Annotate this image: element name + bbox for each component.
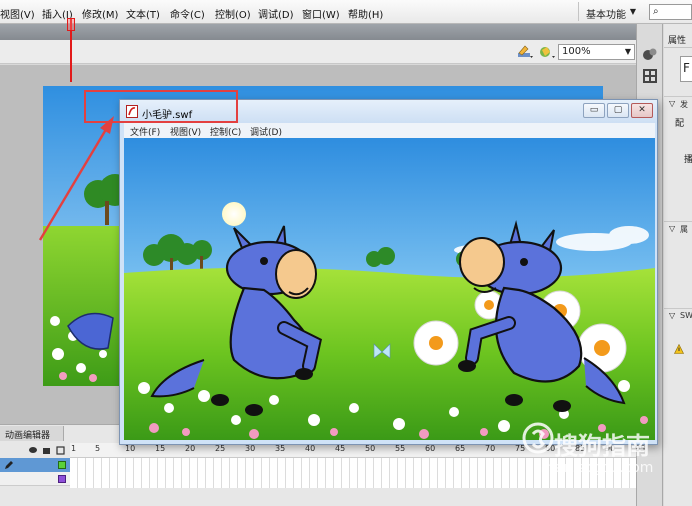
document-field[interactable]: F [680,56,692,82]
search-input[interactable]: ⌕ [649,4,692,20]
frame-number: 10 [125,444,136,453]
playhead-handle[interactable] [67,18,75,31]
close-button[interactable]: ✕ [631,103,653,118]
section-swf-history[interactable]: ▽ SW [664,308,692,324]
menu-commands[interactable]: 命令(C) [170,6,205,21]
layer-color-swatch[interactable] [58,475,66,483]
section-label: 发 [680,100,688,109]
section-label: 属 [680,225,688,234]
menubar: 视图(V) 插入(I) 修改(M) 文本(T) 命令(C) 控制(O) 调试(D… [0,0,692,24]
frame-number: 65 [455,444,466,453]
edit-bar: 100% ▼ [0,40,636,64]
menu-modify[interactable]: 修改(M) [82,6,118,21]
frame-number: 55 [395,444,406,453]
swf-animation-content[interactable] [124,138,655,440]
watermark-text: 搜狗指南 [554,432,650,460]
properties-tab[interactable]: 属性 [664,30,692,48]
document-tab-strip [0,24,638,40]
chevron-down-icon: ▼ [629,7,636,16]
section-label: SW [680,311,692,320]
frame-number: 30 [245,444,256,453]
frame-number: 70 [485,444,496,453]
outline-icon [56,446,65,455]
frame-number: 50 [365,444,376,453]
frame-number: 5 [95,444,101,453]
swf-menu-control[interactable]: 控制(C) [210,125,241,138]
search-icon: ⌕ [653,6,659,17]
menu-help[interactable]: 帮助(H) [348,6,383,21]
menu-debug[interactable]: 调试(D) [258,6,294,21]
chevron-down-icon: ▽ [669,99,676,108]
frame-number: 20 [185,444,196,453]
frame-number: 60 [425,444,436,453]
minimize-button[interactable]: ▭ [583,103,605,118]
swf-menubar: 文件(F) 视图(V) 控制(C) 调试(D) [124,123,655,138]
lock-icon [43,448,50,454]
sogou-logo-icon [522,422,554,454]
swf-player-window: 小毛驴.swf ▭ ▢ ✕ 文件(F) 视图(V) 控制(C) 调试(D) [119,99,658,445]
annotation-arrow-icon [38,116,114,241]
menu-window[interactable]: 窗口(W) [302,6,340,21]
frame-number: 1 [71,444,77,453]
frame-number: 45 [335,444,346,453]
chevron-down-icon: ▼ [624,47,631,56]
maximize-button[interactable]: ▢ [607,103,629,118]
frame-number: 40 [305,444,316,453]
menu-view[interactable]: 视图(V) [0,6,35,21]
layer-visibility-controls [29,446,65,455]
swf-menu-debug[interactable]: 调试(D) [250,125,282,138]
config-label: 配 [675,119,685,129]
player-label: 播 [684,155,692,165]
tab-motion-editor[interactable]: 动画编辑器 [0,426,64,441]
frame-number: 15 [155,444,166,453]
donkey-meadow-scene [124,138,655,440]
watermark: 搜狗指南 zhinan.sogou.com [514,420,690,482]
color-panel-icon[interactable] [642,46,658,62]
edit-symbols-icon[interactable] [516,44,534,59]
swatches-panel-icon[interactable] [642,68,658,84]
edit-scene-icon[interactable] [538,44,556,59]
zoom-value: 100% [562,46,591,57]
watermark-url: zhinan.sogou.com [526,460,654,476]
warning-icon [674,344,684,354]
workspace-selector[interactable]: 基本功能 ▼ [578,2,640,21]
eye-icon [29,447,37,453]
section-publish[interactable]: ▽ 发 [664,96,692,112]
layer-row[interactable] [0,472,70,486]
swf-menu-view[interactable]: 视图(V) [170,125,201,138]
menu-text[interactable]: 文本(T) [126,6,160,21]
layer-color-swatch[interactable] [58,461,66,469]
pencil-icon [5,461,13,469]
frame-number: 25 [215,444,226,453]
section-properties[interactable]: ▽ 属 [664,221,692,237]
menu-control[interactable]: 控制(O) [215,6,251,21]
frame-number: 35 [275,444,286,453]
chevron-down-icon: ▽ [669,311,676,320]
chevron-down-icon: ▽ [669,224,676,233]
layer-row-selected[interactable] [0,458,70,472]
workspace-label: 基本功能 [586,10,626,21]
zoom-select[interactable]: 100% ▼ [558,44,635,60]
swf-menu-file[interactable]: 文件(F) [130,125,160,138]
